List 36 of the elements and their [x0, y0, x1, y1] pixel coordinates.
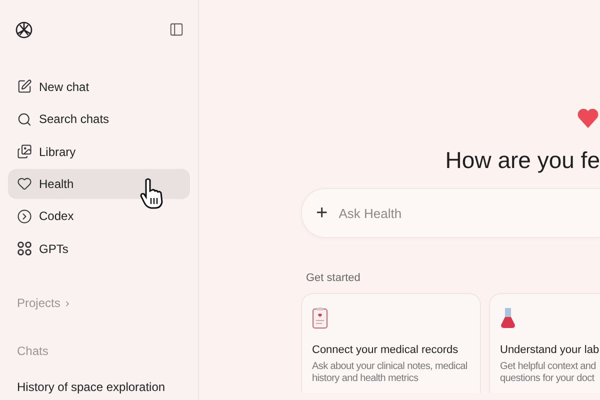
ask-field[interactable]: + Ask Health [301, 188, 600, 238]
nav-item[interactable]: New chat [8, 72, 190, 102]
clipboard-icon [312, 307, 328, 329]
compose-icon [17, 79, 32, 94]
circles-grid-icon [17, 241, 32, 256]
nav-label: GPTs [39, 242, 68, 256]
terminal-circle-icon [17, 208, 32, 224]
card-description: Ask about your clinical notes, medical history and health metrics [312, 361, 468, 385]
page-heading: How are you fe [444, 147, 600, 174]
suggestion-card[interactable]: Understand your lab Get helpful context and questions for your doct [489, 293, 600, 393]
nav-label: Search chats [39, 112, 110, 126]
nav-label: Library [39, 144, 76, 159]
nav-label: Health [39, 176, 74, 191]
heart-icon [576, 106, 600, 130]
nav-label: New chat [39, 80, 90, 94]
logo-icon[interactable] [14, 20, 34, 40]
card-title: Connect your medical records [312, 344, 460, 356]
nav-item[interactable]: Library [8, 136, 190, 167]
card-title: Understand your lab [500, 344, 600, 356]
nav-item[interactable]: Search chats [8, 104, 190, 134]
flask-icon [500, 307, 516, 329]
heart-icon [17, 176, 32, 192]
chat-item[interactable]: History of space exploration [8, 374, 190, 400]
card-description: Get helpful context and questions for your doct [500, 361, 597, 385]
nav-item[interactable]: Health [8, 169, 190, 199]
section-heading: Chats [16, 344, 50, 358]
text-input[interactable]: Ask Health [336, 204, 600, 222]
nav-label: Codex [39, 209, 74, 224]
images-icon [17, 144, 32, 160]
add-button[interactable]: + [316, 202, 328, 224]
search-icon [17, 112, 32, 127]
nav-item[interactable]: Codex [8, 201, 190, 232]
suggestion-card[interactable]: Connect your medical records Ask about your clinical notes, medical history and health metrics [301, 293, 481, 393]
sidebar-toggle-icon[interactable] [169, 22, 184, 38]
nav-item[interactable]: GPTs [8, 234, 190, 264]
section-heading: Get started [306, 272, 362, 284]
